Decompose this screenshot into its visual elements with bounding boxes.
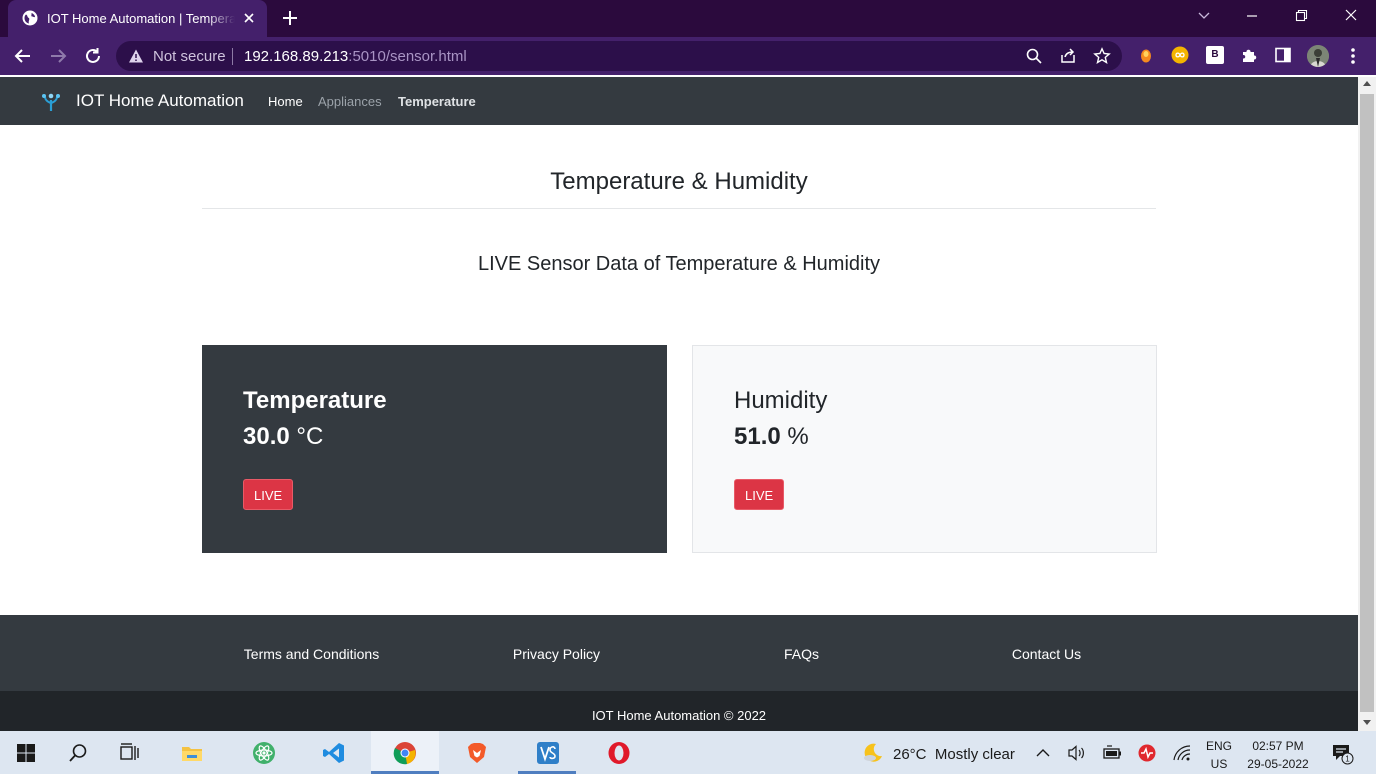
omnibox-divider: [232, 48, 233, 65]
language-code: ENG: [1206, 739, 1233, 753]
bookmark-star-icon[interactable]: [1093, 47, 1111, 65]
humidity-unit: %: [787, 423, 809, 450]
scroll-down-arrow-icon[interactable]: [1363, 720, 1371, 725]
keyboard-layout: US: [1210, 757, 1228, 771]
chrome-icon[interactable]: [393, 741, 417, 765]
share-icon[interactable]: [1059, 47, 1077, 65]
browser-tab[interactable]: IOT Home Automation | Temperature: [8, 0, 267, 37]
globe-icon: [22, 10, 38, 26]
weather-widget[interactable]: 26°C Mostly clear: [893, 746, 1015, 763]
notification-count: 1: [1345, 755, 1350, 764]
close-icon[interactable]: [240, 9, 258, 27]
iot-logo-icon[interactable]: [40, 91, 62, 113]
url-text[interactable]: 192.168.89.213:5010/sensor.html: [244, 48, 467, 65]
clock-date: 29-05-2022: [1247, 757, 1309, 771]
window-close-icon[interactable]: [1337, 5, 1365, 27]
vue-app-icon[interactable]: [536, 741, 560, 765]
site-navbar: IOT Home Automation Home Appliances Temp…: [0, 77, 1358, 125]
humidity-label: Humidity: [734, 387, 828, 414]
page-scrollbar[interactable]: [1358, 77, 1376, 731]
minimize-icon[interactable]: [1238, 5, 1266, 27]
more-options-icon[interactable]: [1344, 46, 1362, 66]
file-explorer-icon[interactable]: [180, 741, 204, 765]
brand-name[interactable]: IOT Home Automation: [76, 91, 244, 111]
side-panel-icon[interactable]: [1274, 46, 1292, 64]
b-extension-icon[interactable]: B: [1206, 46, 1224, 64]
windows-start-icon[interactable]: [14, 741, 38, 765]
tab-search-chevron-icon[interactable]: [1190, 5, 1218, 27]
copyright-text: IOT Home Automation © 2022: [591, 708, 767, 723]
weather-temperature: 26°C: [893, 746, 927, 763]
atom-app-icon[interactable]: [252, 741, 276, 765]
input-language[interactable]: ENG US: [1206, 737, 1232, 773]
footer-links-bar: Terms and Conditions Privacy Policy FAQs…: [0, 615, 1358, 691]
task-view-icon[interactable]: [117, 741, 141, 765]
avatar-icon: [1307, 45, 1329, 67]
temperature-number: 30.0: [243, 423, 290, 450]
clock-time: 02:57 PM: [1252, 739, 1304, 753]
scroll-up-arrow-icon[interactable]: [1363, 81, 1371, 86]
title-divider: [202, 208, 1156, 209]
search-icon[interactable]: [66, 741, 90, 765]
nav-link-temperature[interactable]: Temperature: [398, 94, 476, 109]
forward-arrow-icon[interactable]: [47, 45, 69, 67]
tab-title: IOT Home Automation | Temperature: [47, 11, 235, 26]
temperature-unit: °C: [296, 423, 324, 450]
url-host: 192.168.89.213: [244, 48, 349, 65]
weather-moon-icon[interactable]: [861, 741, 885, 765]
humidity-live-button[interactable]: LIVE: [734, 479, 785, 510]
vscode-icon[interactable]: [322, 741, 346, 765]
new-tab-icon[interactable]: [280, 8, 300, 28]
nav-link-home[interactable]: Home: [268, 94, 303, 109]
temperature-card: Temperature 30.0 °C LIVE: [202, 345, 667, 553]
opera-icon[interactable]: [607, 741, 631, 765]
warning-icon[interactable]: [128, 48, 144, 64]
reload-icon[interactable]: [82, 45, 104, 67]
weather-description: Mostly clear: [934, 746, 1015, 763]
puzzle-extensions-icon[interactable]: [1240, 46, 1258, 64]
temperature-label: Temperature: [243, 387, 387, 414]
zoom-icon[interactable]: [1025, 47, 1043, 65]
browser-tab-strip: IOT Home Automation | Temperature: [0, 0, 1376, 37]
notifications-icon[interactable]: 1: [1330, 741, 1354, 765]
page-subtitle: LIVE Sensor Data of Temperature & Humidi…: [477, 253, 881, 275]
page-title: Temperature & Humidity: [550, 168, 808, 195]
humidity-number: 51.0: [734, 423, 781, 450]
volume-icon[interactable]: [1065, 741, 1089, 765]
scroll-thumb[interactable]: [1360, 94, 1374, 712]
chevron-up-icon[interactable]: [1031, 741, 1055, 765]
antivirus-tray-icon[interactable]: [1135, 741, 1159, 765]
battery-icon[interactable]: [1100, 741, 1124, 765]
windows-taskbar: 26°C Mostly clear ENG US 02:57 PM 29-05-…: [0, 731, 1376, 774]
footer-link-privacy[interactable]: Privacy Policy: [434, 646, 679, 662]
back-arrow-icon[interactable]: [12, 45, 34, 67]
honey-extension-icon[interactable]: [1137, 46, 1155, 64]
wifi-icon[interactable]: [1170, 741, 1194, 765]
footer-link-contact[interactable]: Contact Us: [924, 646, 1169, 662]
profile-avatar[interactable]: [1307, 45, 1329, 67]
footer-copyright-bar: IOT Home Automation © 2022: [0, 691, 1358, 731]
brave-icon[interactable]: [465, 741, 489, 765]
temperature-value: 30.0 °C: [243, 423, 323, 451]
not-secure-label[interactable]: Not secure: [153, 48, 226, 65]
humidity-card: Humidity 51.0 % LIVE: [692, 345, 1157, 553]
footer-link-faqs[interactable]: FAQs: [679, 646, 924, 662]
temperature-live-button[interactable]: LIVE: [243, 479, 294, 510]
browser-toolbar: Not secure 192.168.89.213:5010/sensor.ht…: [0, 37, 1376, 75]
nav-link-appliances[interactable]: Appliances: [318, 94, 382, 109]
restore-icon[interactable]: [1287, 5, 1315, 27]
url-path: :5010/sensor.html: [348, 48, 467, 65]
infinity-extension-icon[interactable]: [1171, 46, 1189, 64]
humidity-value: 51.0 %: [734, 423, 809, 451]
footer-link-terms[interactable]: Terms and Conditions: [189, 646, 434, 662]
address-bar[interactable]: Not secure 192.168.89.213:5010/sensor.ht…: [116, 41, 1122, 71]
system-clock[interactable]: 02:57 PM 29-05-2022: [1243, 737, 1313, 773]
